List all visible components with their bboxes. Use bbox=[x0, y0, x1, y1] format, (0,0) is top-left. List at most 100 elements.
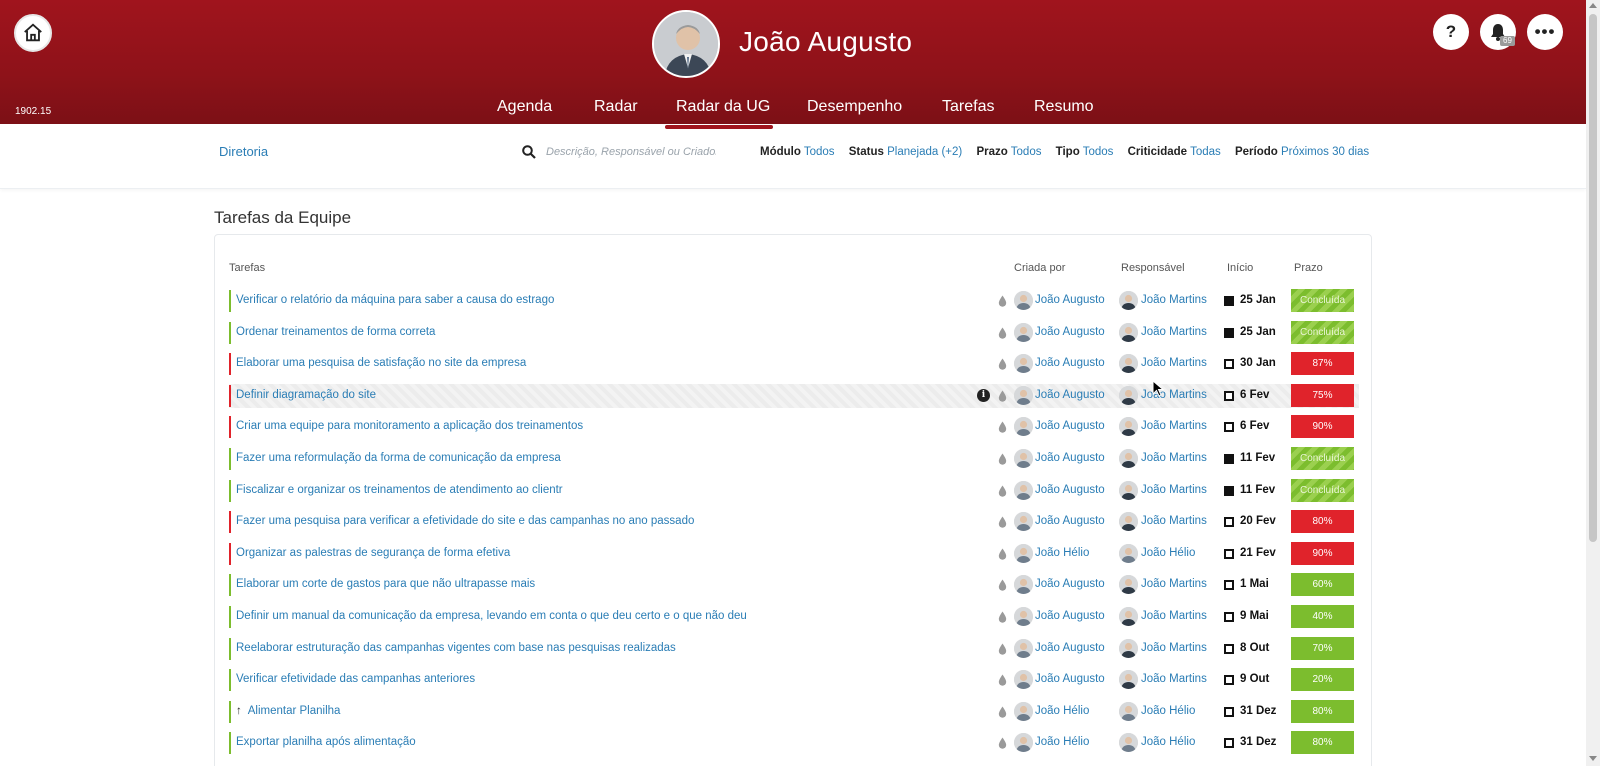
task-creator[interactable]: João Augusto bbox=[1035, 610, 1105, 622]
drop-icon[interactable] bbox=[998, 643, 1007, 655]
user-avatar[interactable] bbox=[652, 10, 720, 78]
task-creator[interactable]: João Augusto bbox=[1035, 452, 1105, 464]
tab-resumo[interactable]: Resumo bbox=[1034, 98, 1094, 116]
drop-icon[interactable] bbox=[998, 485, 1007, 497]
drop-icon[interactable] bbox=[998, 706, 1007, 718]
prazo-badge[interactable]: 80% bbox=[1291, 510, 1354, 533]
filter-prazo[interactable]: Prazo Todos bbox=[976, 146, 1041, 158]
column-header-responsavel[interactable]: Responsável bbox=[1121, 262, 1185, 274]
drop-icon[interactable] bbox=[998, 674, 1007, 686]
tab-desempenho[interactable]: Desempenho bbox=[807, 98, 902, 116]
drop-icon[interactable] bbox=[998, 390, 1007, 402]
task-responsible[interactable]: João Martins bbox=[1141, 673, 1207, 685]
prazo-badge[interactable]: 90% bbox=[1291, 415, 1354, 438]
column-header-prazo[interactable]: Prazo bbox=[1294, 262, 1323, 274]
tab-agenda[interactable]: Agenda bbox=[497, 98, 552, 116]
prazo-badge[interactable]: Concluída bbox=[1291, 289, 1354, 312]
filter-periodo[interactable]: Período Próximos 30 dias bbox=[1235, 146, 1369, 158]
task-title[interactable]: Exportar planilha após alimentação bbox=[236, 736, 416, 748]
search-input[interactable] bbox=[546, 142, 716, 162]
task-row[interactable]: Reelaborar estruturação das campanhas vi… bbox=[229, 637, 1359, 661]
task-creator[interactable]: João Augusto bbox=[1035, 578, 1105, 590]
task-responsible[interactable]: João Martins bbox=[1141, 610, 1207, 622]
task-creator[interactable]: João Augusto bbox=[1035, 515, 1105, 527]
diretoria-selector[interactable]: Diretoria bbox=[219, 144, 268, 159]
task-row[interactable]: Criar uma equipe para monitoramento a ap… bbox=[229, 415, 1359, 439]
drop-icon[interactable] bbox=[998, 327, 1007, 339]
task-title[interactable]: Fazer uma reformulação da forma de comun… bbox=[236, 452, 561, 464]
task-row[interactable]: Definir um manual da comunicação da empr… bbox=[229, 605, 1359, 629]
task-creator[interactable]: João Augusto bbox=[1035, 673, 1105, 685]
column-header-tarefas[interactable]: Tarefas bbox=[229, 262, 265, 274]
column-header-inicio[interactable]: Início bbox=[1227, 262, 1253, 274]
prazo-badge[interactable]: 70% bbox=[1291, 637, 1354, 660]
tab-tarefas[interactable]: Tarefas bbox=[942, 98, 994, 116]
drop-icon[interactable] bbox=[998, 548, 1007, 560]
home-button[interactable] bbox=[14, 14, 52, 52]
scroll-thumb[interactable] bbox=[1589, 14, 1597, 542]
drop-icon[interactable] bbox=[998, 421, 1007, 433]
tab-radar[interactable]: Radar bbox=[594, 98, 638, 116]
task-title[interactable]: Verificar efetividade das campanhas ante… bbox=[236, 673, 475, 685]
task-row[interactable]: Organizar as palestras de segurança de f… bbox=[229, 542, 1359, 566]
prazo-badge[interactable]: 90% bbox=[1291, 542, 1354, 565]
prazo-badge[interactable]: 40% bbox=[1291, 605, 1354, 628]
help-button[interactable]: ? bbox=[1433, 14, 1469, 50]
page-scrollbar[interactable] bbox=[1586, 0, 1600, 766]
info-icon[interactable]: i bbox=[977, 389, 990, 402]
task-title[interactable]: Elaborar um corte de gastos para que não… bbox=[236, 578, 535, 590]
task-creator[interactable]: João Hélio bbox=[1035, 705, 1089, 717]
task-creator[interactable]: João Augusto bbox=[1035, 642, 1105, 654]
filter-criticidade[interactable]: Criticidade Todas bbox=[1128, 146, 1221, 158]
task-title[interactable]: Verificar o relatório da máquina para sa… bbox=[236, 294, 554, 306]
task-responsible[interactable]: João Martins bbox=[1141, 484, 1207, 496]
task-responsible[interactable]: João Martins bbox=[1141, 578, 1207, 590]
prazo-badge[interactable]: 60% bbox=[1291, 573, 1354, 596]
drop-icon[interactable] bbox=[998, 516, 1007, 528]
task-creator[interactable]: João Hélio bbox=[1035, 547, 1089, 559]
task-title[interactable]: Reelaborar estruturação das campanhas vi… bbox=[236, 642, 676, 654]
more-options-button[interactable]: ••• bbox=[1527, 14, 1563, 50]
prazo-badge[interactable]: 75% bbox=[1291, 384, 1354, 407]
task-responsible[interactable]: João Hélio bbox=[1141, 736, 1195, 748]
task-creator[interactable]: João Augusto bbox=[1035, 389, 1105, 401]
task-responsible[interactable]: João Martins bbox=[1141, 326, 1207, 338]
drop-icon[interactable] bbox=[998, 737, 1007, 749]
task-responsible[interactable]: João Martins bbox=[1141, 420, 1207, 432]
task-title[interactable]: ↑ Alimentar Planilha bbox=[236, 705, 340, 717]
drop-icon[interactable] bbox=[998, 579, 1007, 591]
task-title[interactable]: Definir um manual da comunicação da empr… bbox=[236, 610, 747, 622]
drop-icon[interactable] bbox=[998, 453, 1007, 465]
task-creator[interactable]: João Augusto bbox=[1035, 326, 1105, 338]
task-creator[interactable]: João Augusto bbox=[1035, 484, 1105, 496]
filter-tipo[interactable]: Tipo Todos bbox=[1056, 146, 1114, 158]
task-responsible[interactable]: João Martins bbox=[1141, 452, 1207, 464]
task-row[interactable]: Ordenar treinamentos de forma correta Jo… bbox=[229, 321, 1359, 345]
prazo-badge[interactable]: 80% bbox=[1291, 700, 1354, 723]
task-row[interactable]: Exportar planilha após alimentação João … bbox=[229, 731, 1359, 755]
task-title[interactable]: Organizar as palestras de segurança de f… bbox=[236, 547, 510, 559]
task-responsible[interactable]: João Martins bbox=[1141, 642, 1207, 654]
task-responsible[interactable]: João Martins bbox=[1141, 389, 1207, 401]
task-row[interactable]: ↑ Alimentar Planilha João Hélio João Héli… bbox=[229, 700, 1359, 724]
task-creator[interactable]: João Augusto bbox=[1035, 420, 1105, 432]
task-row[interactable]: Definir diagramação do site i João Augus… bbox=[229, 384, 1359, 408]
scroll-up-arrow-icon[interactable] bbox=[1589, 3, 1597, 8]
tab-radar-da-ug[interactable]: Radar da UG bbox=[676, 98, 770, 116]
filter-status[interactable]: Status Planejada (+2) bbox=[849, 146, 962, 158]
task-row[interactable]: Fiscalizar e organizar os treinamentos d… bbox=[229, 479, 1359, 503]
task-creator[interactable]: João Augusto bbox=[1035, 357, 1105, 369]
task-row[interactable]: Fazer uma pesquisa para verificar a efet… bbox=[229, 510, 1359, 534]
task-title[interactable]: Elaborar uma pesquisa de satisfação no s… bbox=[236, 357, 526, 369]
task-responsible[interactable]: João Martins bbox=[1141, 357, 1207, 369]
task-row[interactable]: Fazer uma reformulação da forma de comun… bbox=[229, 447, 1359, 471]
task-title[interactable]: Definir diagramação do site bbox=[236, 389, 376, 401]
task-responsible[interactable]: João Martins bbox=[1141, 515, 1207, 527]
drop-icon[interactable] bbox=[998, 295, 1007, 307]
task-title[interactable]: Criar uma equipe para monitoramento a ap… bbox=[236, 420, 583, 432]
prazo-badge[interactable]: Concluída bbox=[1291, 479, 1354, 502]
prazo-badge[interactable]: Concluída bbox=[1291, 447, 1354, 470]
scroll-down-arrow-icon[interactable] bbox=[1589, 756, 1597, 761]
task-row[interactable]: Verificar efetividade das campanhas ante… bbox=[229, 668, 1359, 692]
task-creator[interactable]: João Hélio bbox=[1035, 736, 1089, 748]
